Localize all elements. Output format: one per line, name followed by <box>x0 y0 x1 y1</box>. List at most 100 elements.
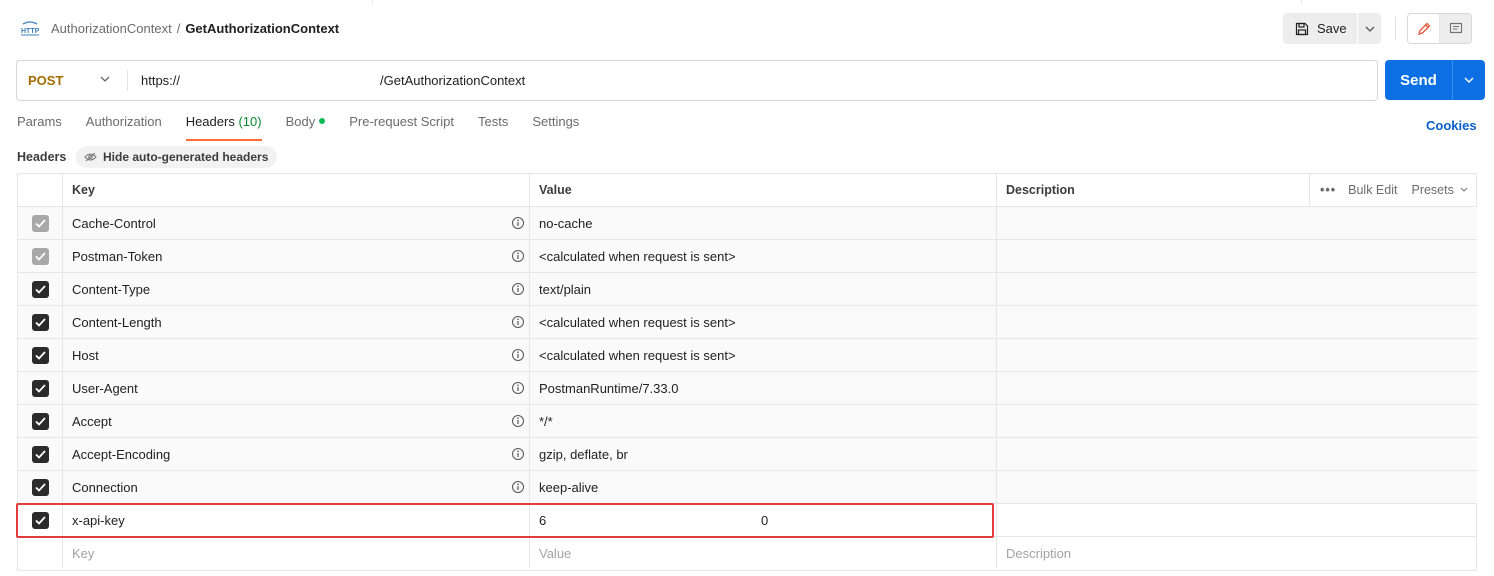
presets-dropdown[interactable]: Presets <box>1411 183 1468 197</box>
header-value-input[interactable]: 6 0 <box>530 504 997 536</box>
header-value-text: keep-alive <box>539 479 599 495</box>
table-row: Content-Length <calculated when request i… <box>18 306 1477 339</box>
tab-label: Tests <box>477 114 509 129</box>
info-icon[interactable] <box>511 282 525 296</box>
row-checkbox[interactable] <box>31 379 49 397</box>
header-key-input[interactable]: x-api-key <box>63 504 530 536</box>
header-value-text: <calculated when request is sent> <box>539 347 736 363</box>
checkmark-icon <box>34 284 46 294</box>
row-checkbox[interactable] <box>31 346 49 364</box>
header-value-text: PostmanRuntime/7.33.0 <box>539 380 679 396</box>
checkmark-icon <box>34 317 46 327</box>
table-row-new: Key Value Description <box>18 537 1476 570</box>
url-path: /GetAuthorizationContext <box>380 73 526 88</box>
tab-tests[interactable]: Tests <box>478 114 508 140</box>
header-value-text: <calculated when request is sent> <box>539 314 736 330</box>
request-header: HTTP AuthorizationContext / GetAuthorizati… <box>0 12 1494 46</box>
new-description-input[interactable]: Description <box>997 537 1477 569</box>
table-row: User-Agent PostmanRuntime/7.33.0 <box>18 372 1477 405</box>
api-key-value-start: 6 <box>539 512 547 528</box>
method-select[interactable]: POST <box>17 61 129 100</box>
save-options-button[interactable] <box>1357 13 1381 44</box>
header-key-text: x-api-key <box>72 512 125 528</box>
header-value-cell: <calculated when request is sent> <box>530 306 997 338</box>
row-check-cell <box>18 504 63 536</box>
save-icon <box>1295 22 1309 35</box>
row-checkbox[interactable] <box>31 478 49 496</box>
header-key-cell: Cache-Control <box>63 207 530 239</box>
request-name[interactable]: GetAuthorizationContext <box>185 21 339 36</box>
column-header-value: Value <box>530 174 997 206</box>
tab-strip <box>0 0 1494 4</box>
send-options-button[interactable] <box>1452 60 1485 100</box>
new-key-input[interactable]: Key <box>63 537 530 569</box>
breadcrumb-separator: / <box>176 21 181 36</box>
row-checkbox <box>31 247 49 265</box>
edit-mode-button[interactable] <box>1408 14 1440 43</box>
header-value-text: */* <box>539 413 553 429</box>
column-header-key: Key <box>63 174 530 206</box>
info-icon[interactable] <box>511 249 525 263</box>
row-check-cell <box>18 537 63 569</box>
header-description-input[interactable] <box>997 504 1477 536</box>
header-check-cell <box>18 174 63 206</box>
row-check-cell <box>18 306 63 338</box>
info-icon[interactable] <box>511 447 525 461</box>
info-icon[interactable] <box>511 381 525 395</box>
row-checkbox[interactable] <box>31 412 49 430</box>
row-checkbox <box>31 214 49 232</box>
checkmark-icon <box>34 251 46 261</box>
chevron-down-icon <box>1460 187 1468 192</box>
documentation-mode-button[interactable] <box>1440 14 1471 43</box>
header-value-text: gzip, deflate, br <box>539 446 628 462</box>
row-checkbox[interactable] <box>31 445 49 463</box>
row-checkbox[interactable] <box>31 313 49 331</box>
bulk-edit-button[interactable]: Bulk Edit <box>1348 183 1397 197</box>
cookies-link[interactable]: Cookies <box>1426 118 1477 133</box>
header-value-cell: no-cache <box>530 207 997 239</box>
new-value-input[interactable]: Value <box>530 537 997 569</box>
save-button[interactable]: Save <box>1283 13 1357 44</box>
info-icon[interactable] <box>511 348 525 362</box>
header-key-cell: Host <box>63 339 530 371</box>
info-icon[interactable] <box>511 480 525 494</box>
table-row: Postman-Token <calculated when request is… <box>18 240 1477 273</box>
save-group: Save <box>1283 13 1381 44</box>
table-row-x-api-key: x-api-key 6 0 <box>18 504 1476 537</box>
comment-icon <box>1449 22 1462 33</box>
active-request-tab[interactable] <box>372 0 1302 4</box>
tab-label: Body <box>285 114 316 129</box>
hide-auto-generated-headers-button[interactable]: Hide auto-generated headers <box>76 146 278 168</box>
checkmark-icon <box>34 515 46 525</box>
method-label: POST <box>28 73 64 88</box>
tab-pre-request-script[interactable]: Pre-request Script <box>349 114 454 140</box>
view-mode-toggle <box>1407 13 1472 44</box>
tab-params[interactable]: Params <box>17 114 62 140</box>
row-checkbox[interactable] <box>31 511 49 529</box>
info-icon[interactable] <box>511 216 525 230</box>
header-key-text: User-Agent <box>72 380 138 396</box>
url-input[interactable]: https:// /GetAuthorizationContext <box>141 73 525 88</box>
header-value-cell: gzip, deflate, br <box>530 438 997 470</box>
tab-settings[interactable]: Settings <box>532 114 579 140</box>
row-checkbox[interactable] <box>31 280 49 298</box>
header-value-cell: PostmanRuntime/7.33.0 <box>530 372 997 404</box>
table-row: Accept-Encoding gzip, deflate, br <box>18 438 1477 471</box>
presets-label: Presets <box>1411 183 1454 197</box>
header-description-cell <box>997 273 1477 305</box>
tab-authorization[interactable]: Authorization <box>86 114 162 140</box>
tab-body[interactable]: Body <box>286 114 326 140</box>
send-button[interactable]: Send <box>1385 60 1452 100</box>
chevron-down-icon <box>1464 77 1474 83</box>
breadcrumb-collection[interactable]: AuthorizationContext <box>51 21 172 36</box>
info-icon[interactable] <box>511 414 525 428</box>
more-options-icon[interactable]: ••• <box>1320 183 1336 197</box>
http-request-icon: HTTP <box>21 21 40 36</box>
header-key-text: Content-Length <box>72 314 162 330</box>
header-key-text: Host <box>72 347 99 363</box>
row-check-cell <box>18 273 63 305</box>
header-value-cell: keep-alive <box>530 471 997 503</box>
tab-headers[interactable]: Headers (10) <box>185 114 262 141</box>
info-icon[interactable] <box>511 315 525 329</box>
header-description-cell <box>997 207 1477 239</box>
